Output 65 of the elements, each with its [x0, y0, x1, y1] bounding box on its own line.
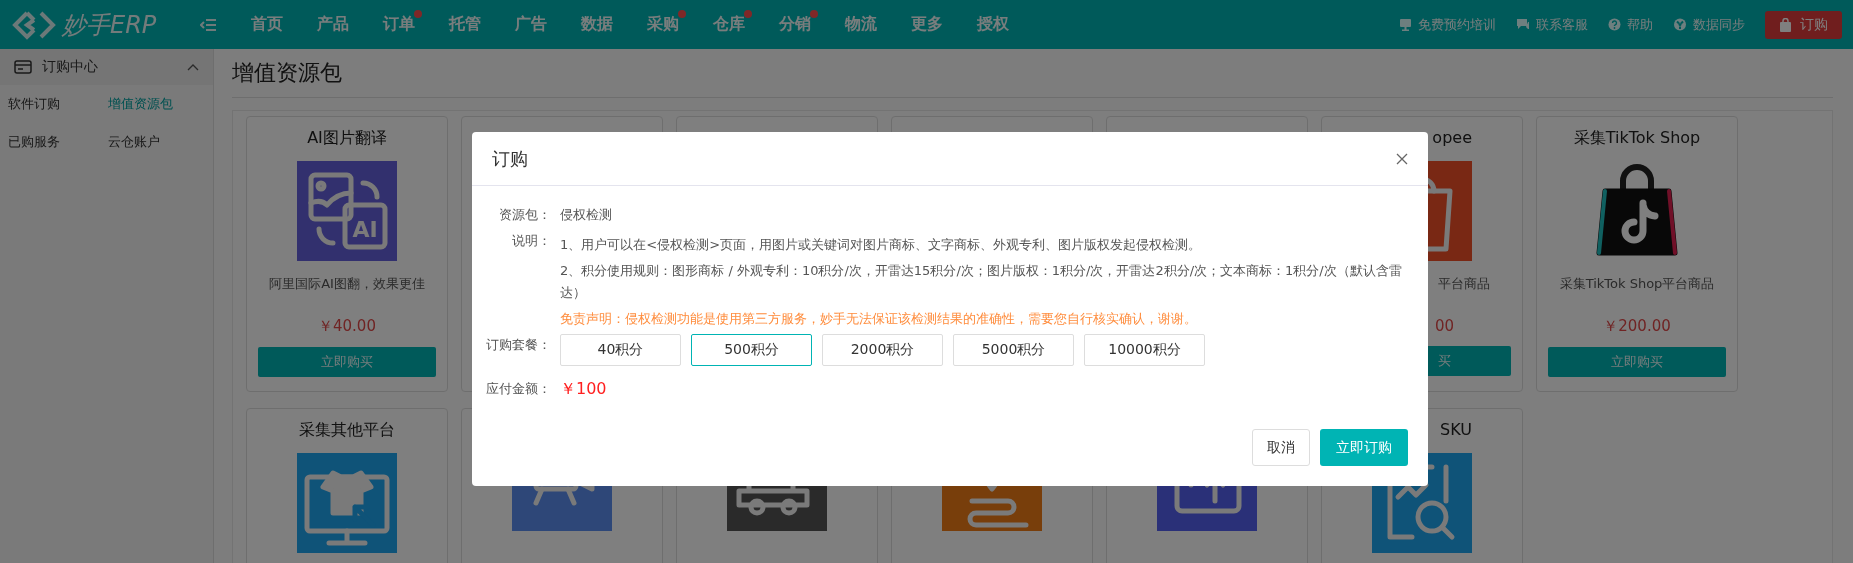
nav-tab[interactable]: 数据 — [566, 14, 628, 35]
nav-tab[interactable]: 产品 — [302, 14, 364, 35]
card-title: SKU — [1439, 420, 1473, 441]
nav-tab[interactable]: 授权 — [962, 14, 1024, 35]
field-label: 资源包： — [498, 206, 551, 224]
note-text: 1、用户可以在<侵权检测>页面，用图片或关键词对图片商标、文字商标、外观专利、图片版权发起侵权检测。 — [560, 236, 1203, 254]
buy-button[interactable]: 立即购买 — [258, 347, 436, 377]
card-icon — [14, 60, 32, 74]
ai-image-icon: AI — [297, 161, 397, 261]
logo-text: 妙手ERP — [62, 9, 157, 41]
nav-tab[interactable]: 仓库 — [698, 14, 760, 35]
order-button[interactable]: 订购 — [1765, 10, 1842, 39]
confirm-button[interactable]: 立即订购 — [1320, 429, 1408, 466]
section-title: 订购中心 — [42, 58, 98, 76]
page-title: 增值资源包 — [232, 49, 1833, 98]
plan-option[interactable]: 500积分 — [691, 334, 812, 366]
header-link[interactable]: 数据同步 — [1673, 15, 1745, 34]
dialog-title: 订购 — [492, 146, 528, 171]
card-description: 平台商品 — [1437, 275, 1491, 293]
nav-tab[interactable]: 采购 — [632, 14, 694, 35]
sidebar-item[interactable]: 已购服务 — [8, 123, 108, 161]
buy-button[interactable]: 立即购买 — [1548, 347, 1726, 377]
price: 00 — [1433, 317, 1455, 335]
plan-option[interactable]: 10000积分 — [1084, 334, 1205, 366]
card-description: 阿里国际AI图翻，效果更佳 — [269, 275, 425, 293]
card-title: 采集其他平台 — [299, 420, 395, 441]
sync-icon — [1673, 18, 1687, 31]
note-text: 2、积分使用规则：图形商标 / 外观专利：10积分/次，开雷达15积分/次；图片版权：1积分/次，开雷达2积分/次；文本商标：1积分/次（默认含雷达） — [560, 262, 1403, 302]
chat-icon — [1516, 18, 1530, 31]
field-label: 应付金额： — [485, 380, 551, 398]
amount-value: ￥100 — [560, 378, 607, 400]
bag-icon — [1779, 17, 1792, 32]
nav-tab[interactable]: 首页 — [236, 14, 298, 35]
sidebar-item[interactable]: 软件订购 — [8, 85, 108, 123]
card-title: 采集TikTok Shop — [1573, 128, 1701, 149]
monitor-icon — [1399, 18, 1412, 31]
nav-tab[interactable]: 订单 — [368, 14, 430, 35]
header-link[interactable]: 免费预约培训 — [1399, 15, 1496, 34]
field-label: 订购套餐： — [485, 336, 551, 354]
nav-tab[interactable]: 物流 — [830, 14, 892, 35]
plan-option[interactable]: 40积分 — [560, 334, 681, 366]
header-link[interactable]: 联系客服 — [1516, 15, 1588, 34]
header-link[interactable]: 帮助 — [1608, 15, 1653, 34]
price: ￥40.00 — [318, 317, 376, 336]
sidebar-item[interactable]: 增值资源包 — [108, 85, 218, 123]
nav-tab[interactable]: 更多 — [896, 14, 958, 35]
logo-icon — [12, 9, 56, 40]
close-icon[interactable] — [1396, 152, 1408, 165]
disclaimer-text: 免责声明：侵权检测功能是使用第三方服务，妙手无法保证该检测结果的准确性，需要您自行核实确认，谢谢。 — [560, 310, 1198, 328]
package-name: 侵权检测 — [560, 206, 612, 224]
sidebar-section-header[interactable]: 订购中心 — [0, 49, 213, 85]
sidebar-item[interactable]: 云仓账户 — [108, 123, 218, 161]
card-description: 采集TikTok Shop平台商品 — [1559, 275, 1715, 293]
plan-option[interactable]: 5000积分 — [953, 334, 1074, 366]
monitor-shirt-icon — [297, 453, 397, 553]
nav-tab[interactable]: 广告 — [500, 14, 562, 35]
nav-tab[interactable]: 托管 — [434, 14, 496, 35]
card-title: AI图片翻译 — [307, 128, 387, 149]
plan-option[interactable]: 2000积分 — [822, 334, 943, 366]
help-icon — [1608, 18, 1621, 31]
price: ￥200.00 — [1603, 317, 1671, 336]
card-title: opee — [1431, 128, 1473, 149]
cancel-button[interactable]: 取消 — [1252, 429, 1310, 466]
nav-tab[interactable]: 分销 — [764, 14, 826, 35]
field-label: 说明： — [511, 232, 551, 250]
